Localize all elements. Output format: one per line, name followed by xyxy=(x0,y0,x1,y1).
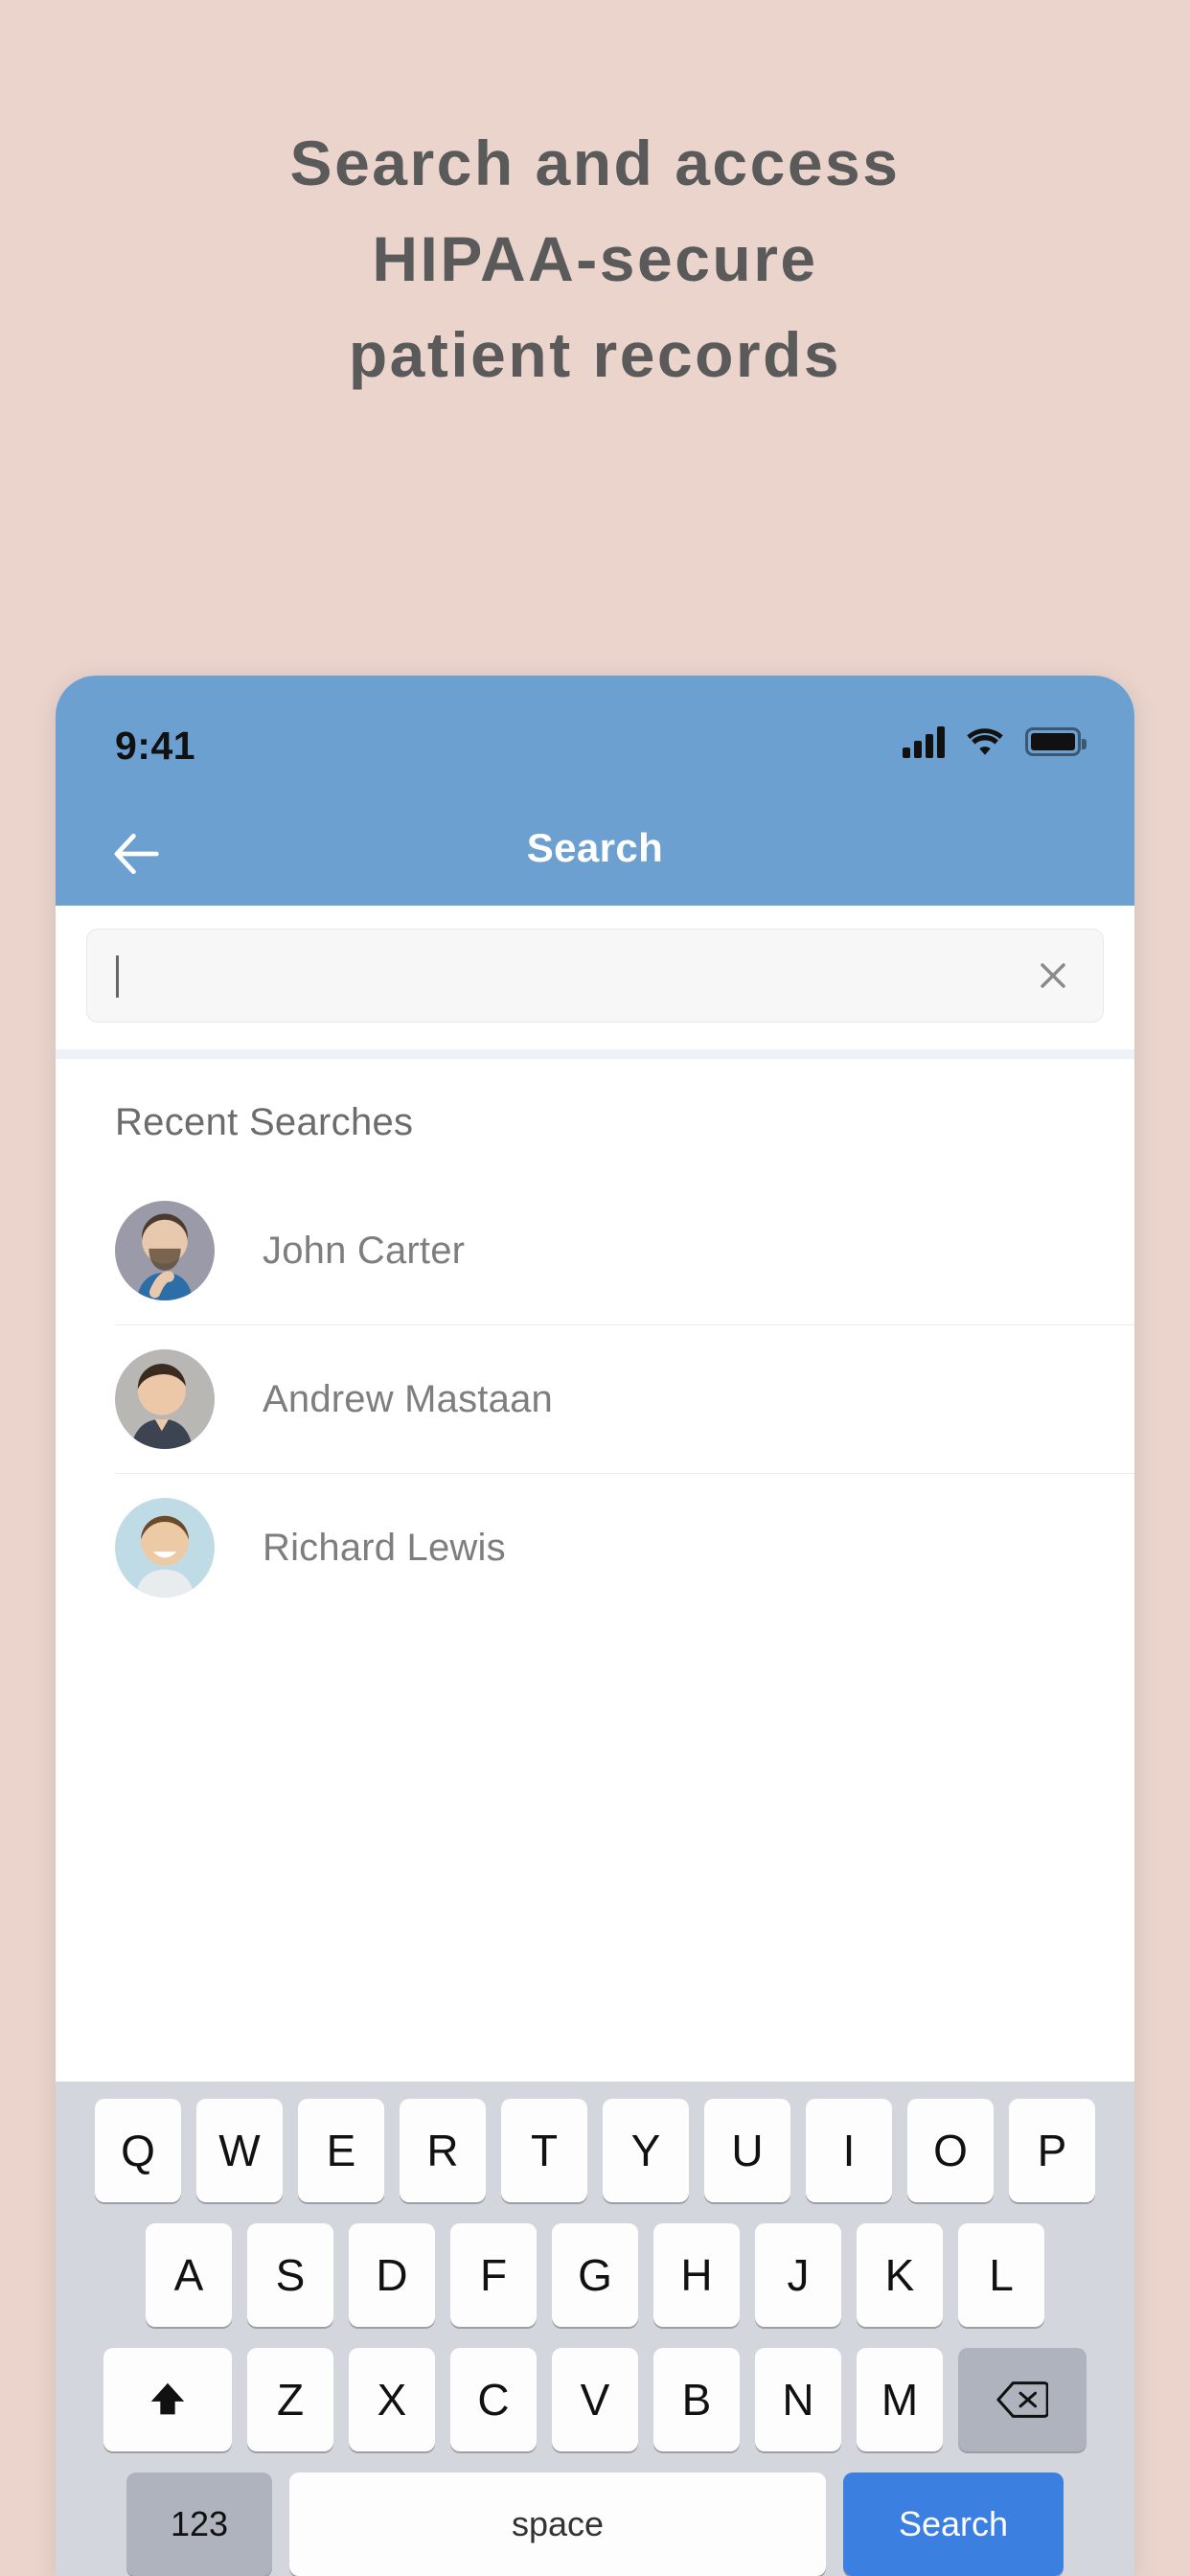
key-h[interactable]: H xyxy=(653,2223,740,2327)
promo-line-1: Search and access xyxy=(289,127,901,198)
backspace-delete-icon[interactable] xyxy=(958,2348,1087,2451)
key-g[interactable]: G xyxy=(552,2223,638,2327)
key-x[interactable]: X xyxy=(349,2348,435,2451)
key-t[interactable]: T xyxy=(501,2099,587,2202)
text-caret xyxy=(116,955,119,998)
cellular-signal-icon xyxy=(903,725,945,758)
list-item-label: Andrew Mastaan xyxy=(263,1377,553,1420)
search-bar-container xyxy=(56,906,1134,1049)
battery-icon xyxy=(1025,727,1087,756)
key-z[interactable]: Z xyxy=(247,2348,333,2451)
status-icons xyxy=(903,725,1087,758)
recent-searches-section: Recent Searches John Carter Andrew Masta… xyxy=(56,1059,1134,1622)
search-action-key[interactable]: Search xyxy=(843,2472,1064,2576)
key-v[interactable]: V xyxy=(552,2348,638,2451)
key-k[interactable]: K xyxy=(857,2223,943,2327)
phone-mockup: 9:41 Search Recent Searches John Carter … xyxy=(56,676,1134,2576)
on-screen-keyboard: Q W E R T Y U I O P A S D F G H J K L Z … xyxy=(56,2082,1134,2576)
key-n[interactable]: N xyxy=(755,2348,841,2451)
space-key[interactable]: space xyxy=(289,2472,826,2576)
key-q[interactable]: Q xyxy=(95,2099,181,2202)
nav-bar: Search xyxy=(56,802,1134,906)
key-m[interactable]: M xyxy=(857,2348,943,2451)
list-item-label: John Carter xyxy=(263,1229,466,1272)
key-e[interactable]: E xyxy=(298,2099,384,2202)
close-x-icon[interactable] xyxy=(1032,954,1074,997)
recent-searches-title: Recent Searches xyxy=(115,1101,414,1143)
keyboard-row-1: Q W E R T Y U I O P xyxy=(56,2099,1134,2202)
list-item-label: Richard Lewis xyxy=(263,1526,506,1569)
keyboard-row-3: Z X C V B N M xyxy=(56,2348,1134,2451)
key-i[interactable]: I xyxy=(806,2099,892,2202)
list-item[interactable]: Richard Lewis xyxy=(115,1474,1134,1622)
search-box[interactable] xyxy=(86,929,1104,1023)
key-d[interactable]: D xyxy=(349,2223,435,2327)
avatar xyxy=(115,1349,215,1449)
key-c[interactable]: C xyxy=(450,2348,537,2451)
numbers-key[interactable]: 123 xyxy=(126,2472,272,2576)
key-w[interactable]: W xyxy=(196,2099,283,2202)
list-empty-space xyxy=(56,1622,1134,1909)
status-bar: 9:41 xyxy=(56,676,1134,802)
key-o[interactable]: O xyxy=(907,2099,994,2202)
key-p[interactable]: P xyxy=(1009,2099,1095,2202)
key-a[interactable]: A xyxy=(146,2223,232,2327)
promo-line-2: HIPAA-secure xyxy=(372,223,818,294)
section-divider xyxy=(56,1049,1134,1059)
key-s[interactable]: S xyxy=(247,2223,333,2327)
search-input[interactable] xyxy=(87,930,1103,1022)
keyboard-row-2: A S D F G H J K L xyxy=(56,2223,1134,2327)
promo-headline: Search and access HIPAA-secure patient r… xyxy=(0,115,1190,402)
avatar xyxy=(115,1498,215,1598)
wifi-icon xyxy=(967,728,1003,755)
keyboard-row-bottom: 123 space Search xyxy=(56,2472,1134,2576)
list-item[interactable]: Andrew Mastaan xyxy=(115,1325,1134,1474)
avatar xyxy=(115,1201,215,1300)
page-title: Search xyxy=(526,825,664,870)
key-j[interactable]: J xyxy=(755,2223,841,2327)
key-r[interactable]: R xyxy=(400,2099,486,2202)
key-l[interactable]: L xyxy=(958,2223,1044,2327)
promo-line-3: patient records xyxy=(348,319,842,390)
key-y[interactable]: Y xyxy=(603,2099,689,2202)
list-item[interactable]: John Carter xyxy=(115,1177,1134,1325)
key-u[interactable]: U xyxy=(704,2099,790,2202)
shift-arrow-up-icon[interactable] xyxy=(103,2348,232,2451)
status-time: 9:41 xyxy=(115,724,196,768)
key-b[interactable]: B xyxy=(653,2348,740,2451)
key-f[interactable]: F xyxy=(450,2223,537,2327)
